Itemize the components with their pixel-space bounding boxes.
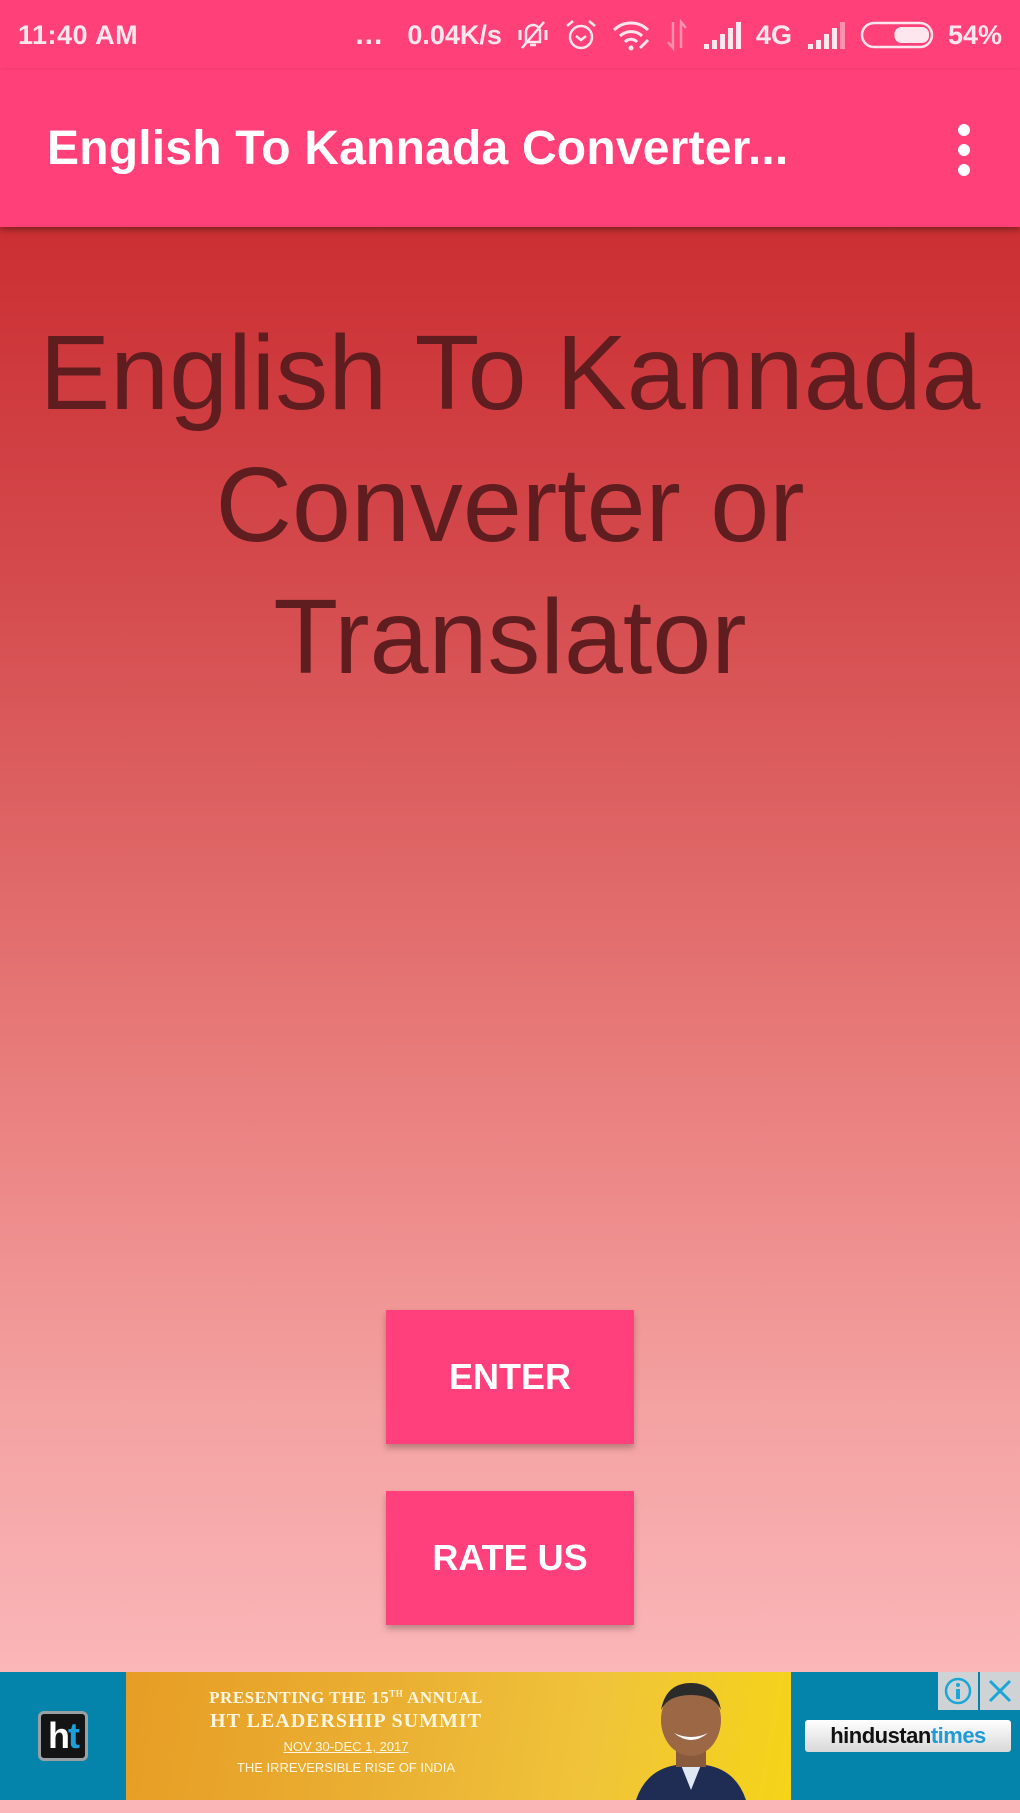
enter-button[interactable]: ENTER <box>386 1310 634 1444</box>
ad-text: PRESENTING THE 15TH ANNUAL HT LEADERSHIP… <box>166 1688 526 1775</box>
vibrate-muted-icon <box>516 18 550 52</box>
title-line: Translator <box>273 578 747 696</box>
ad-line4: THE IRREVERSIBLE RISE OF INDIA <box>236 1760 456 1775</box>
ht-logo: ht <box>38 1711 88 1761</box>
battery-icon <box>860 21 934 49</box>
close-icon[interactable] <box>980 1672 1020 1710</box>
ad-line1: PRESENTING THE 15TH ANNUAL <box>209 1688 483 1707</box>
main-content: English To Kannada Converter or Translat… <box>0 227 1020 1672</box>
ad-line3: NOV 30-DEC 1, 2017 <box>283 1739 409 1754</box>
status-indicators: ... 0.04K/s 4G 54% <box>355 18 1002 52</box>
battery-percent: 54% <box>947 19 1002 50</box>
ad-creative[interactable]: PRESENTING THE 15TH ANNUAL HT LEADERSHIP… <box>126 1672 791 1800</box>
data-transfer-icon <box>666 18 688 52</box>
title-line: Converter or <box>215 446 805 564</box>
signal-sim1-icon <box>702 20 742 50</box>
ad-brand-area: hindustan times <box>791 1672 1020 1800</box>
app-title: English To Kannada Converter... <box>47 122 789 175</box>
signal-sim2-icon <box>806 20 846 50</box>
ad-controls <box>938 1672 1020 1710</box>
wifi-icon <box>612 18 652 52</box>
page-title: English To Kannada Converter or Translat… <box>0 307 1020 703</box>
status-bar: 11:40 AM ... 0.04K/s 4G 54% <box>0 0 1020 70</box>
network-type: 4G <box>755 19 792 50</box>
more-vert-icon[interactable] <box>944 120 984 180</box>
title-line: English To Kannada <box>39 314 981 432</box>
rate-us-button[interactable]: RATE US <box>386 1491 634 1625</box>
hindustan-times-logo: hindustan times <box>805 1720 1011 1752</box>
network-speed: 0.04K/s <box>407 19 502 50</box>
ad-logo-area: ht <box>0 1672 126 1800</box>
info-icon[interactable] <box>938 1672 978 1710</box>
more-notifications-indicator: ... <box>355 18 384 51</box>
app-bar: English To Kannada Converter... <box>0 70 1020 227</box>
ad-person-image <box>636 1683 746 1800</box>
status-time: 11:40 AM <box>18 19 139 50</box>
ad-line2: HT LEADERSHIP SUMMIT <box>210 1710 482 1732</box>
alarm-icon <box>564 18 598 52</box>
ad-banner[interactable]: ht PRESENTING THE 15TH ANNUAL HT LEADERS… <box>0 1672 1020 1800</box>
